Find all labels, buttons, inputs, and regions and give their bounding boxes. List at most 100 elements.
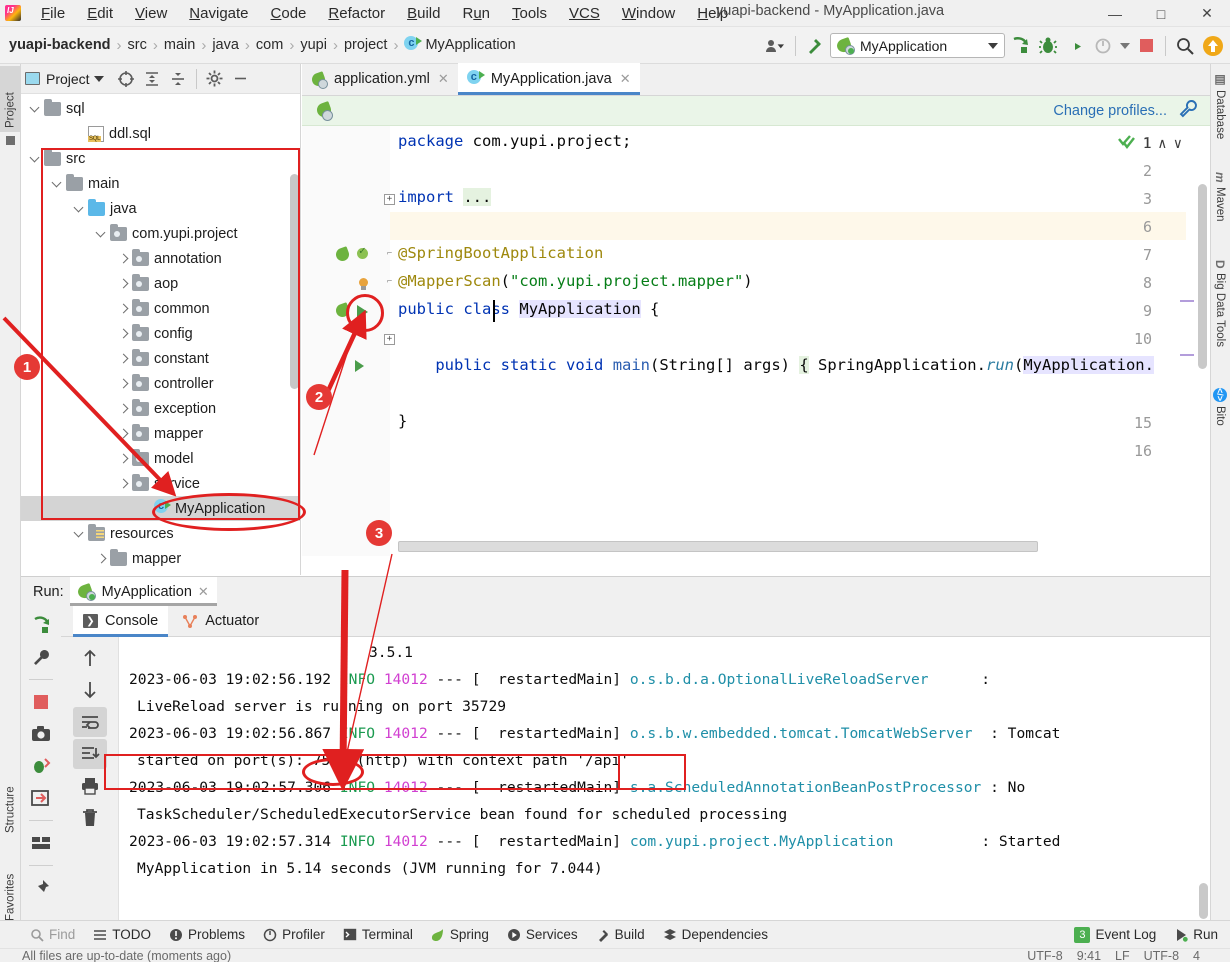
updates-icon[interactable] (1200, 33, 1226, 59)
stop-icon[interactable] (1133, 33, 1159, 59)
profiler-icon[interactable] (1091, 33, 1117, 59)
stop-icon[interactable] (27, 689, 55, 715)
tree-node-resources[interactable]: resources (21, 521, 300, 546)
menu-code[interactable]: Code (260, 2, 318, 25)
soft-wrap-icon[interactable] (72, 707, 107, 737)
tree-node-src[interactable]: src (21, 146, 300, 171)
file-encoding-label[interactable]: UTF-8 (1144, 949, 1179, 962)
tree-node-model[interactable]: model (21, 446, 300, 471)
fold-marker-icon[interactable]: + (384, 334, 395, 345)
chevron-right-icon[interactable] (115, 251, 131, 267)
status-event-log[interactable]: 3 Event Log (1066, 925, 1164, 945)
status-services[interactable]: Services (499, 925, 586, 944)
window-controls[interactable]: — □ ✕ (1092, 0, 1230, 27)
breadcrumb-item-5[interactable]: yupi (295, 35, 332, 55)
menu-edit[interactable]: Edit (76, 2, 124, 25)
tree-node-java[interactable]: java (21, 196, 300, 221)
console-scrollbar[interactable] (1199, 883, 1208, 919)
locate-icon[interactable] (114, 67, 138, 91)
tree-node-annotation[interactable]: annotation (21, 246, 300, 271)
chevron-right-icon[interactable] (93, 551, 109, 567)
close-icon[interactable]: ✕ (198, 584, 209, 600)
close-icon[interactable]: ✕ (620, 71, 631, 87)
chevron-down-icon[interactable] (71, 201, 87, 217)
gear-icon[interactable] (203, 67, 227, 91)
tree-node-constant[interactable]: constant (21, 346, 300, 371)
chevron-right-icon[interactable] (115, 476, 131, 492)
encoding-label[interactable]: UTF-8 (1027, 949, 1062, 962)
chevron-down-icon[interactable] (71, 526, 87, 542)
rail-tab-structure[interactable]: Structure (0, 759, 21, 837)
caret-position-label[interactable]: 9:41 (1077, 949, 1101, 962)
expand-all-icon[interactable] (140, 67, 164, 91)
breadcrumb-item-2[interactable]: main (159, 35, 200, 55)
run-with-coverage-icon[interactable] (1063, 33, 1089, 59)
menu-navigate[interactable]: Navigate (178, 2, 259, 25)
menu-view[interactable]: View (124, 2, 178, 25)
chevron-right-icon[interactable] (115, 426, 131, 442)
editor-hscrollbar-thumb[interactable] (398, 541, 1038, 552)
tree-node-myapplication[interactable]: MyApplication (21, 496, 300, 521)
scroll-up-icon[interactable] (73, 643, 107, 673)
clear-all-icon[interactable] (73, 803, 107, 833)
status-todo[interactable]: TODO (85, 925, 159, 944)
rerun-icon[interactable] (27, 612, 55, 638)
menu-file[interactable]: FFileile (30, 2, 76, 25)
profiler-dropdown-icon[interactable] (1119, 33, 1131, 59)
tree-node-service[interactable]: service (21, 471, 300, 496)
chevron-right-icon[interactable] (115, 326, 131, 342)
restart-debug-icon[interactable] (27, 753, 55, 779)
chevron-right-icon[interactable] (115, 276, 131, 292)
chevron-down-icon[interactable] (49, 176, 65, 192)
pin-icon[interactable] (27, 875, 55, 901)
tree-node-config[interactable]: config (21, 321, 300, 346)
scroll-down-icon[interactable] (73, 675, 107, 705)
tab-console[interactable]: ❯ Console (73, 605, 169, 637)
project-scrollbar[interactable] (290, 174, 299, 389)
rail-tab-project[interactable]: Project (0, 66, 21, 132)
menu-tools[interactable]: Tools (501, 2, 558, 25)
line-separator-label[interactable]: LF (1115, 949, 1130, 962)
breadcrumb-item-3[interactable]: java (207, 35, 244, 55)
tab-application-yml[interactable]: application.yml ✕ (302, 63, 458, 95)
menu-run[interactable]: Run (451, 2, 501, 25)
tree-node-ddl-sql[interactable]: ddl.sql (21, 121, 300, 146)
chevron-right-icon[interactable] (115, 351, 131, 367)
status-profiler[interactable]: Profiler (255, 925, 333, 944)
export-icon[interactable] (27, 785, 55, 811)
fold-marker-icon[interactable]: ⌐ (384, 278, 395, 289)
fold-marker-icon[interactable]: ⌐ (384, 250, 395, 261)
tree-node-aop[interactable]: aop (21, 271, 300, 296)
rail-tab-maven[interactable]: m Maven (1210, 168, 1230, 246)
chevron-right-icon[interactable] (115, 401, 131, 417)
search-everywhere-icon[interactable] (1172, 33, 1198, 59)
status-run[interactable]: Run (1166, 925, 1226, 944)
menu-refactor[interactable]: Refactor (317, 2, 396, 25)
scroll-to-end-icon[interactable] (72, 739, 107, 769)
run-tab-myapplication[interactable]: MyApplication ✕ (69, 577, 217, 606)
chevron-down-icon[interactable] (27, 151, 43, 167)
tree-node-main[interactable]: main (21, 171, 300, 196)
maximize-button[interactable]: □ (1138, 0, 1184, 27)
status-dependencies[interactable]: Dependencies (655, 925, 776, 944)
fold-marker-icon[interactable]: + (384, 194, 395, 205)
rail-tab-bigdatatools[interactable]: D Big Data Tools (1210, 256, 1230, 374)
screenshot-icon[interactable] (27, 721, 55, 747)
tree-node-sql[interactable]: sql (21, 96, 300, 121)
hide-panel-icon[interactable] (229, 67, 253, 91)
collapse-all-icon[interactable] (166, 67, 190, 91)
run-configuration-selector[interactable]: MyApplication (830, 33, 1005, 58)
tree-node-controller[interactable]: controller (21, 371, 300, 396)
settings-wrench-icon[interactable] (27, 644, 55, 670)
project-tree[interactable]: sql ddl.sql srcmain java com.yupi.project ann… (21, 94, 300, 571)
rail-tab-favorites[interactable]: Favorites (0, 847, 21, 925)
chevron-right-icon[interactable] (115, 451, 131, 467)
close-icon[interactable]: ✕ (438, 71, 449, 87)
build-hammer-icon[interactable] (802, 33, 828, 59)
layout-icon[interactable] (27, 830, 55, 856)
run-gutter-icon[interactable] (357, 305, 368, 319)
rail-tab-database[interactable]: ▤ Database (1210, 68, 1230, 156)
breadcrumb-item-1[interactable]: src (123, 35, 152, 55)
tree-node-mapper[interactable]: mapper (21, 546, 300, 571)
indent-label[interactable]: 4 (1193, 949, 1200, 962)
